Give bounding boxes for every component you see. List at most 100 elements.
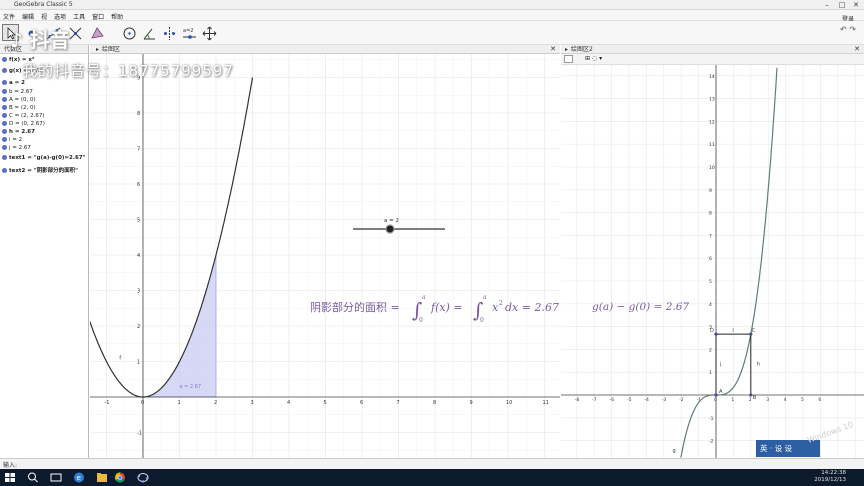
- visibility-dot-icon[interactable]: [2, 121, 7, 126]
- geogebra-taskbar-icon[interactable]: [136, 471, 150, 484]
- x-tick-label: 3: [251, 400, 254, 406]
- slider-tool-button[interactable]: a=2: [180, 24, 197, 41]
- reflect-tool-button[interactable]: [160, 24, 177, 41]
- menu-file[interactable]: 文件: [0, 10, 19, 21]
- y-tick-label: 8: [709, 211, 712, 217]
- algebra-item[interactable]: A = (0, 0): [2, 96, 36, 104]
- y-tick-label: 1: [709, 370, 712, 376]
- x-tick-label: 10: [506, 400, 512, 406]
- algebra-item[interactable]: B = (2, 0): [2, 104, 36, 112]
- algebra-item[interactable]: i = 2: [2, 136, 22, 144]
- x-tick-label: -4: [644, 397, 649, 403]
- start-icon[interactable]: [3, 471, 17, 484]
- menu-edit[interactable]: 编辑: [19, 10, 38, 21]
- integral-lower: 0: [480, 317, 484, 324]
- x-tick-label: -1: [105, 400, 110, 406]
- visibility-dot-icon[interactable]: [2, 145, 7, 150]
- minimize-icon[interactable]: –: [820, 0, 834, 10]
- formula-x: x: [492, 301, 499, 314]
- segment-label: j: [719, 361, 721, 367]
- move-graphics-tool-button[interactable]: [200, 24, 217, 41]
- y-tick-label: 11: [709, 142, 715, 148]
- graphics-canvas-2[interactable]: -8 -7 -6 -5 -4 -3 -2 -1 0 1 2 3 4 5 6-2-11234567891011…: [561, 45, 864, 458]
- x-tick-label: 8: [433, 400, 436, 406]
- visibility-dot-icon[interactable]: [2, 89, 7, 94]
- chrome-icon[interactable]: [113, 471, 127, 484]
- point-label: C: [752, 328, 756, 334]
- x-tick-label: 11: [543, 400, 549, 406]
- graphics-view-2[interactable]: ▸ 绘图区2 ✕ ⊞ ◌ ▾ -8 -7 -6 -5 -4 -3 -2 -1 0 1 2 3 4 5 6 -2-…: [561, 45, 864, 458]
- angle-tool-button[interactable]: [140, 24, 157, 41]
- x-tick-label: 5: [801, 397, 804, 403]
- y-tick-label: 10: [709, 165, 715, 171]
- slider-label: a = 2: [384, 218, 399, 224]
- system-clock[interactable]: 14:22:38 2019/12/13: [814, 470, 846, 484]
- algebra-item[interactable]: text2 = "阴影部分的面积": [2, 167, 78, 175]
- point-label: D: [710, 328, 714, 334]
- toolbar: a=2 ↶ ↷: [0, 21, 864, 45]
- search-icon[interactable]: [26, 471, 40, 484]
- y-tick-label: 2: [137, 324, 140, 330]
- visibility-dot-icon[interactable]: [2, 57, 7, 62]
- input-bar-label: 输入:: [3, 462, 18, 469]
- difference-formula: g(a) − g(0) = 2.67: [592, 301, 689, 313]
- visibility-dot-icon[interactable]: [2, 137, 7, 142]
- x-tick-label: 0: [141, 400, 144, 406]
- algebra-item[interactable]: j = 2.67: [2, 144, 31, 152]
- algebra-item[interactable]: D = (0, 2.67): [2, 120, 45, 128]
- slider-handle[interactable]: [385, 224, 395, 234]
- x-tick-label: 1: [731, 397, 734, 403]
- undo-redo-icons[interactable]: ↶ ↷: [840, 25, 856, 34]
- visibility-dot-icon[interactable]: [2, 168, 7, 173]
- formula-exponent: 2: [499, 300, 503, 307]
- y-tick-label: 2: [709, 347, 712, 353]
- y-tick-label: 14: [709, 74, 715, 80]
- y-tick-label: 6: [137, 182, 140, 188]
- polygon-tool-button[interactable]: [88, 24, 105, 41]
- y-tick-label: 13: [709, 97, 715, 103]
- x-tick-label: -2: [679, 397, 684, 403]
- svg-text:a=2: a=2: [183, 28, 193, 34]
- point: [714, 332, 718, 336]
- visibility-dot-icon[interactable]: [2, 155, 7, 160]
- integral-lower: 0: [419, 317, 423, 324]
- algebra-item[interactable]: b = 2.67: [2, 88, 33, 96]
- visibility-dot-icon[interactable]: [2, 129, 7, 134]
- visibility-dot-icon[interactable]: [2, 105, 7, 110]
- algebra-item[interactable]: C = (2, 2.67): [2, 112, 44, 120]
- algebra-item[interactable]: text1 = "g(a)-g(0)=2.67": [2, 154, 85, 162]
- curve-label-g: g: [673, 448, 676, 454]
- segment-label: h: [757, 361, 760, 367]
- formula-prefix: 阴影部分的面积 =: [310, 300, 400, 314]
- y-tick-label: 3: [137, 289, 140, 295]
- x-tick-label: 3: [766, 397, 769, 403]
- edge-icon[interactable]: e: [72, 471, 86, 484]
- close-icon[interactable]: ✕: [849, 0, 863, 10]
- menu-window[interactable]: 窗口: [89, 10, 108, 21]
- y-tick-label: 5: [137, 218, 140, 224]
- file-explorer-icon[interactable]: [95, 471, 109, 484]
- curve-g: [680, 67, 778, 458]
- visibility-dot-icon[interactable]: [2, 97, 7, 102]
- visibility-dot-icon[interactable]: [2, 80, 7, 85]
- visibility-dot-icon[interactable]: [2, 68, 7, 73]
- menu-help[interactable]: 帮助: [108, 10, 127, 21]
- circle-tool-button[interactable]: [120, 24, 137, 41]
- maximize-icon[interactable]: □: [835, 0, 849, 10]
- x-tick-label: 2: [749, 397, 752, 403]
- graphics-view-1[interactable]: ▸ 绘图区 ✕ a = 2.67 -1 0 1 2 3 4 5 6 7 8 9 10 11 -1 1 2 3 4 5 6 7…: [90, 45, 560, 458]
- clock-time: 14:22:38: [821, 470, 846, 476]
- visibility-dot-icon[interactable]: [2, 113, 7, 118]
- douyin-logo: ♪ 抖音: [10, 28, 70, 52]
- input-bar[interactable]: 输入:: [0, 458, 864, 469]
- x-tick-label: -6: [610, 397, 615, 403]
- menu-view[interactable]: 视: [38, 10, 51, 21]
- task-view-icon[interactable]: [49, 471, 63, 484]
- menu-options[interactable]: 选项: [51, 10, 70, 21]
- y-tick-label: 8: [137, 111, 140, 117]
- algebra-item[interactable]: h = 2.67: [2, 128, 35, 136]
- integral-upper: a: [422, 294, 426, 301]
- menu-tools[interactable]: 工具: [70, 10, 89, 21]
- y-tick-label: 6: [709, 256, 712, 262]
- graphics-canvas-1[interactable]: a = 2.67-1 0 1 2 3 4 5 6 7 8 9 10 11-1123456789fa = …: [90, 45, 560, 458]
